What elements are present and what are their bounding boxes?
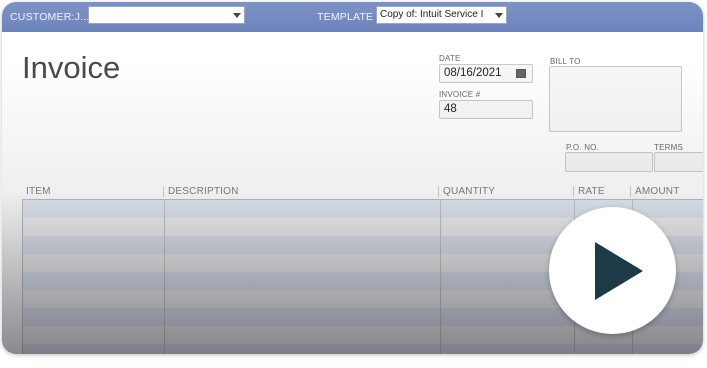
template-label: TEMPLATE xyxy=(317,11,374,23)
calendar-icon[interactable] xyxy=(516,69,526,78)
column-divider xyxy=(573,186,574,197)
play-icon xyxy=(595,242,643,300)
invoice-number-label: INVOICE # xyxy=(439,90,481,99)
chevron-down-icon xyxy=(233,13,241,18)
bill-to-field[interactable] xyxy=(549,66,682,132)
play-button[interactable] xyxy=(549,207,676,334)
template-dropdown[interactable]: Copy of: Intuit Service I xyxy=(376,6,507,24)
invoice-toolbar: CUSTOMER:J... TEMPLATE Copy of: Intuit S… xyxy=(2,2,703,32)
date-field[interactable]: 08/16/2021 xyxy=(439,64,533,83)
date-value: 08/16/2021 xyxy=(444,67,502,79)
table-row[interactable] xyxy=(23,344,703,354)
template-value: Copy of: Intuit Service I xyxy=(380,9,484,20)
invoice-number-field[interactable]: 48 xyxy=(439,100,533,119)
column-divider xyxy=(163,186,164,197)
column-divider xyxy=(438,186,439,197)
invoice-number-value: 48 xyxy=(444,103,457,115)
bill-to-label: BILL TO xyxy=(550,57,581,66)
column-header-rate: RATE xyxy=(578,186,605,197)
customer-dropdown[interactable] xyxy=(88,6,245,24)
column-header-quantity: QUANTITY xyxy=(443,186,496,197)
date-label: DATE xyxy=(439,54,461,63)
po-number-field[interactable] xyxy=(565,152,653,172)
terms-label: TERMS xyxy=(654,143,683,152)
terms-field[interactable] xyxy=(654,152,703,172)
chevron-down-icon xyxy=(495,13,503,18)
column-header-amount: AMOUNT xyxy=(635,186,680,197)
column-header-item: ITEM xyxy=(26,186,51,197)
column-header-description: DESCRIPTION xyxy=(168,186,239,197)
video-thumbnail[interactable]: CUSTOMER:J... TEMPLATE Copy of: Intuit S… xyxy=(2,2,703,354)
column-gridline xyxy=(164,200,165,354)
column-gridline xyxy=(440,200,441,354)
po-number-label: P.O. NO. xyxy=(566,143,600,152)
page-title: Invoice xyxy=(22,50,121,85)
customer-label: CUSTOMER:J... xyxy=(10,11,90,23)
column-divider xyxy=(630,186,631,197)
